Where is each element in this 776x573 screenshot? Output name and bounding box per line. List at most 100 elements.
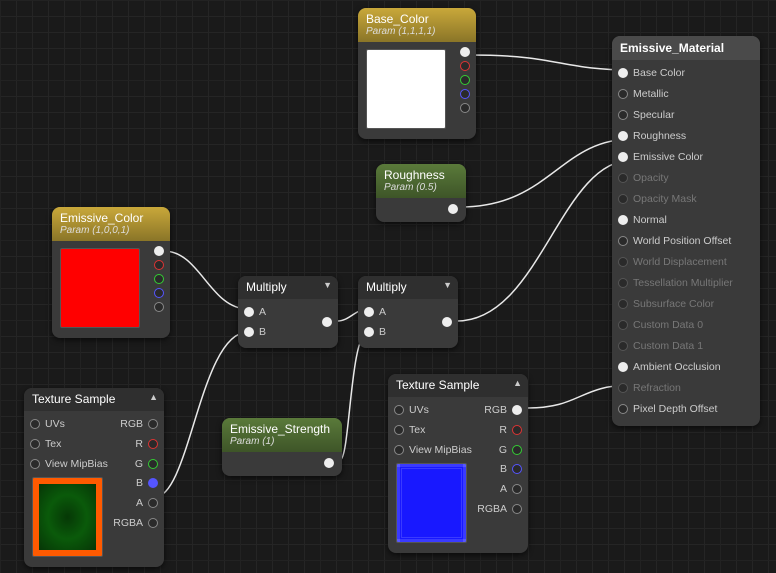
color-preview[interactable] — [60, 248, 140, 328]
node-header[interactable]: Multiply ▼ — [358, 276, 458, 299]
output-pin-b[interactable] — [512, 464, 522, 474]
node-subtitle: Param (1) — [230, 436, 334, 447]
expand-icon[interactable]: ▼ — [323, 280, 332, 290]
output-pin-b[interactable] — [148, 478, 158, 488]
input-pin-b[interactable] — [364, 327, 374, 337]
pin-label: RGBA — [113, 517, 143, 529]
pin-label: Emissive Color — [633, 151, 703, 163]
pin-wpo[interactable] — [618, 236, 628, 246]
node-multiply-1[interactable]: Multiply ▼ A B — [238, 276, 338, 348]
pin-label: View MipBias — [409, 444, 472, 456]
pin-cd0[interactable] — [618, 320, 628, 330]
output-pin-r[interactable] — [148, 439, 158, 449]
node-emissive-color[interactable]: Emissive_Color Param (1,0,0,1) — [52, 207, 170, 338]
output-pin-b[interactable] — [460, 89, 470, 99]
node-header[interactable]: Emissive_Color Param (1,0,0,1) — [52, 207, 170, 241]
output-pin-g[interactable] — [154, 274, 164, 284]
pin-roughness[interactable] — [618, 131, 628, 141]
pin-specular[interactable] — [618, 110, 628, 120]
pin-label: View MipBias — [45, 458, 108, 470]
pin-ao[interactable] — [618, 362, 628, 372]
pin-label: B — [500, 463, 507, 475]
pin-label: Tex — [409, 424, 425, 436]
pin-label: RGB — [484, 404, 507, 416]
pin-label: Metallic — [633, 88, 669, 100]
node-header[interactable]: Base_Color Param (1,1,1,1) — [358, 8, 476, 42]
node-body: UVs Tex View MipBias RGB R G B A RGBA — [24, 411, 164, 567]
output-pin-rgb[interactable] — [512, 405, 522, 415]
node-title: Emissive_Strength — [230, 422, 334, 436]
pin-label: Refraction — [633, 382, 681, 394]
input-pin-mip[interactable] — [30, 459, 40, 469]
collapse-icon[interactable]: ▲ — [149, 392, 158, 402]
output-pin-g[interactable] — [512, 445, 522, 455]
pin-metallic[interactable] — [618, 89, 628, 99]
pin-refraction[interactable] — [618, 383, 628, 393]
output-pin[interactable] — [324, 458, 334, 468]
pin-opacity-mask[interactable] — [618, 194, 628, 204]
node-base-color[interactable]: Base_Color Param (1,1,1,1) — [358, 8, 476, 139]
output-pin[interactable] — [448, 204, 458, 214]
output-pin-a[interactable] — [154, 302, 164, 312]
output-pin-g[interactable] — [460, 75, 470, 85]
input-pin-a[interactable] — [244, 307, 254, 317]
node-header[interactable]: Roughness Param (0.5) — [376, 164, 466, 198]
pin-label: G — [499, 444, 507, 456]
node-texture-sample-1[interactable]: Texture Sample ▲ UVs Tex View MipBias RG… — [24, 388, 164, 567]
node-header[interactable]: Texture Sample ▲ — [388, 374, 528, 397]
pin-cd1[interactable] — [618, 341, 628, 351]
pin-pdo[interactable] — [618, 404, 628, 414]
pin-world-disp[interactable] — [618, 257, 628, 267]
input-pin-tex[interactable] — [30, 439, 40, 449]
output-pin[interactable] — [322, 317, 332, 327]
output-pin-g[interactable] — [148, 459, 158, 469]
expand-icon[interactable]: ▼ — [443, 280, 452, 290]
node-texture-sample-2[interactable]: Texture Sample ▲ UVs Tex View MipBias RG… — [388, 374, 528, 553]
pin-label: Base Color — [633, 67, 685, 79]
pin-emissive[interactable] — [618, 152, 628, 162]
node-title: Texture Sample — [396, 378, 520, 392]
output-pin[interactable] — [442, 317, 452, 327]
output-pin-b[interactable] — [154, 288, 164, 298]
color-preview[interactable] — [366, 49, 446, 129]
node-roughness[interactable]: Roughness Param (0.5) — [376, 164, 466, 222]
input-pin-uvs[interactable] — [30, 419, 40, 429]
node-header[interactable]: Texture Sample ▲ — [24, 388, 164, 411]
output-pin-rgba[interactable] — [148, 518, 158, 528]
texture-preview[interactable] — [32, 477, 103, 557]
output-pin-a[interactable] — [512, 484, 522, 494]
input-pin-a[interactable] — [364, 307, 374, 317]
texture-preview[interactable] — [396, 463, 467, 543]
pin-tess[interactable] — [618, 278, 628, 288]
input-pin-b[interactable] — [244, 327, 254, 337]
collapse-icon[interactable]: ▲ — [513, 378, 522, 388]
output-pin-rgb[interactable] — [460, 47, 470, 57]
pin-base-color[interactable] — [618, 68, 628, 78]
input-pin-mip[interactable] — [394, 445, 404, 455]
pin-opacity[interactable] — [618, 173, 628, 183]
output-pin-a[interactable] — [148, 498, 158, 508]
pin-subsurface[interactable] — [618, 299, 628, 309]
output-pin-r[interactable] — [512, 425, 522, 435]
output-pin-r[interactable] — [154, 260, 164, 270]
output-pin-rgb[interactable] — [148, 419, 158, 429]
node-header[interactable]: Emissive_Strength Param (1) — [222, 418, 342, 452]
output-pin-rgb[interactable] — [154, 246, 164, 256]
node-subtitle: Param (1,0,0,1) — [60, 225, 162, 236]
node-body — [52, 241, 170, 338]
output-pin-r[interactable] — [460, 61, 470, 71]
node-multiply-2[interactable]: Multiply ▼ A B — [358, 276, 458, 348]
pin-label: Custom Data 0 — [633, 319, 703, 331]
node-header[interactable]: Multiply ▼ — [238, 276, 338, 299]
node-emissive-strength[interactable]: Emissive_Strength Param (1) — [222, 418, 342, 476]
pin-label-a: A — [379, 306, 386, 318]
node-body: UVs Tex View MipBias RGB R G B A RGBA — [388, 397, 528, 553]
pin-normal[interactable] — [618, 215, 628, 225]
pin-label: G — [135, 458, 143, 470]
material-result-node[interactable]: Emissive_Material Base Color Metallic Sp… — [612, 36, 760, 426]
pin-label: RGBA — [477, 503, 507, 515]
input-pin-tex[interactable] — [394, 425, 404, 435]
output-pin-rgba[interactable] — [512, 504, 522, 514]
input-pin-uvs[interactable] — [394, 405, 404, 415]
output-pin-a[interactable] — [460, 103, 470, 113]
